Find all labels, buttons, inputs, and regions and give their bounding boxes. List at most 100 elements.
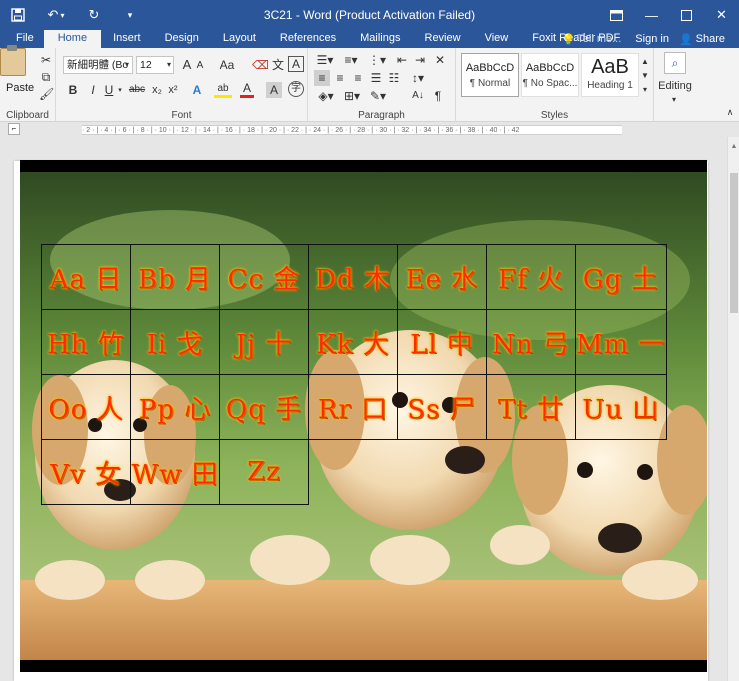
italic-button[interactable]: I	[86, 82, 100, 98]
table-cell[interactable]: Mm 一	[575, 309, 667, 375]
character-border-icon[interactable]: A	[288, 56, 304, 72]
customize-qat-icon[interactable]: ▾	[112, 0, 148, 30]
show-marks-icon[interactable]: ¶	[430, 88, 446, 104]
save-icon[interactable]	[0, 0, 36, 30]
underline-button[interactable]: U	[102, 82, 116, 98]
strikethrough-button[interactable]: abc	[126, 82, 148, 98]
tab-review[interactable]: Review	[413, 30, 473, 48]
table-cell[interactable]: Ee 水	[397, 244, 487, 310]
table-cell[interactable]: Ff 火	[486, 244, 576, 310]
tab-home[interactable]: Home	[43, 30, 102, 48]
paste-icon[interactable]	[0, 48, 26, 76]
character-shading-icon[interactable]: A	[266, 82, 282, 98]
table-cell[interactable]: Ww 田	[130, 439, 220, 505]
style-heading-1[interactable]: AaB Heading 1	[581, 53, 639, 97]
sort-icon[interactable]: A↓	[410, 88, 426, 104]
scroll-up-icon[interactable]: ▲	[729, 139, 739, 155]
minimize-icon[interactable]: —	[634, 0, 669, 30]
vertical-scrollbar[interactable]: ▲	[727, 137, 739, 681]
table-cell[interactable]: Hh 竹	[41, 309, 131, 375]
asian-layout-icon[interactable]: ✕	[432, 52, 448, 68]
phonetic-guide-icon[interactable]: 文	[270, 57, 286, 73]
table-cell[interactable]: Kk 大	[308, 309, 398, 375]
tab-layout[interactable]: Layout	[211, 30, 268, 48]
tab-selector-icon[interactable]: ⌐	[8, 123, 20, 135]
tab-design[interactable]: Design	[153, 30, 211, 48]
underline-dropdown-icon[interactable]: ▾	[116, 83, 124, 99]
table-cell[interactable]: Dd 木	[308, 244, 398, 310]
scroll-thumb[interactable]	[730, 173, 738, 313]
align-right-icon[interactable]: ≡	[350, 70, 366, 86]
close-icon[interactable]: ✕	[704, 0, 739, 30]
multilevel-list-icon[interactable]: ⋮▾	[366, 52, 388, 68]
font-color-icon[interactable]: A	[240, 82, 254, 98]
cell-text: Hh 竹	[47, 329, 125, 360]
style-normal[interactable]: AaBbCcD ¶ Normal	[461, 53, 519, 97]
undo-icon[interactable]: ↶ ▾	[36, 0, 76, 30]
table-cell[interactable]: Ll 中	[397, 309, 487, 375]
tell-me-box[interactable]: Tell me...	[577, 33, 621, 45]
style-no-spacing[interactable]: AaBbCcD ¶ No Spac...	[521, 53, 579, 97]
table-cell[interactable]: Aa 日	[41, 244, 131, 310]
grow-font-icon[interactable]: A	[180, 57, 194, 73]
justify-icon[interactable]: ☰	[368, 70, 384, 86]
cell-text: Jj 十	[235, 329, 293, 360]
enclose-characters-icon[interactable]: 字	[288, 81, 304, 97]
styles-more-icon[interactable]: ▾	[640, 82, 650, 98]
copy-icon[interactable]: ⧉	[39, 69, 53, 85]
change-case-icon[interactable]: Aa	[216, 57, 238, 73]
subscript-button[interactable]: x₂	[150, 82, 164, 98]
highlight-icon[interactable]: ab	[214, 82, 232, 98]
bold-button[interactable]: B	[66, 82, 80, 98]
table-cell[interactable]: Zz	[219, 439, 309, 505]
table-cell[interactable]: Ii 戈	[130, 309, 220, 375]
table-cell[interactable]: Qq 手	[219, 374, 309, 440]
editing-dropdown-icon[interactable]: ▾	[666, 92, 682, 108]
share-button[interactable]: Share	[696, 33, 725, 45]
superscript-button[interactable]: x²	[166, 82, 180, 98]
table-cell[interactable]: Nn 弓	[486, 309, 576, 375]
chinese-layout-icon[interactable]: ✎▾	[368, 88, 388, 104]
table-cell[interactable]: Bb 月	[130, 244, 220, 310]
table-cell[interactable]: Oo 人	[41, 374, 131, 440]
table-cell[interactable]: Ss 尸	[397, 374, 487, 440]
distributed-icon[interactable]: ☷	[386, 70, 402, 86]
borders-icon[interactable]: ⊞▾	[342, 88, 362, 104]
text-effects-icon[interactable]: A	[190, 82, 204, 98]
format-painter-icon[interactable]: 🖌	[39, 86, 54, 102]
tab-insert[interactable]: Insert	[101, 30, 153, 48]
table-cell[interactable]: Tt 廿	[486, 374, 576, 440]
shading-icon[interactable]: ◈▾	[316, 88, 336, 104]
align-left-icon[interactable]: ≡	[314, 70, 330, 86]
clear-formatting-icon[interactable]: ⌫	[252, 57, 269, 73]
font-size-dropdown-icon[interactable]: ▾	[164, 57, 174, 73]
table-cell[interactable]: Uu 山	[575, 374, 667, 440]
ribbon-display-icon[interactable]	[599, 0, 634, 30]
numbering-icon[interactable]: ≡▾	[340, 52, 362, 68]
table-cell[interactable]: Gg 土	[575, 244, 667, 310]
shrink-font-icon[interactable]: A	[194, 58, 206, 74]
increase-indent-icon[interactable]: ⇥	[412, 52, 428, 68]
redo-icon[interactable]: ↻	[76, 0, 112, 30]
tab-view[interactable]: View	[473, 30, 521, 48]
bullets-icon[interactable]: ☰▾	[314, 52, 336, 68]
collapse-ribbon-icon[interactable]: ∧	[724, 104, 736, 120]
table-cell[interactable]: Jj 十	[219, 309, 309, 375]
ruler-scale[interactable]: · 2 · | · 4 · | · 6 · | · 8 · | · 10 · |…	[82, 125, 622, 135]
sign-in-link[interactable]: Sign in	[635, 33, 669, 45]
table-cell[interactable]: Cc 金	[219, 244, 309, 310]
table-cell[interactable]: Pp 心	[130, 374, 220, 440]
cut-icon[interactable]: ✂	[39, 52, 53, 68]
paste-button-label[interactable]: Paste	[6, 82, 34, 94]
find-icon[interactable]: ⌕	[664, 52, 686, 74]
table-cell[interactable]: Vv 女	[41, 439, 131, 505]
line-spacing-icon[interactable]: ↕▾	[408, 70, 428, 86]
alphabet-table[interactable]: Aa 日 Bb 月 Cc 金 Dd 木 Ee 水 Ff 火 Gg 土 Hh 竹 …	[41, 244, 667, 505]
font-name-dropdown-icon[interactable]: ▾	[122, 57, 132, 73]
decrease-indent-icon[interactable]: ⇤	[394, 52, 410, 68]
tab-references[interactable]: References	[268, 30, 348, 48]
table-cell[interactable]: Rr 口	[308, 374, 398, 440]
maximize-icon[interactable]	[669, 0, 704, 30]
tab-mailings[interactable]: Mailings	[348, 30, 412, 48]
align-center-icon[interactable]: ≡	[332, 70, 348, 86]
